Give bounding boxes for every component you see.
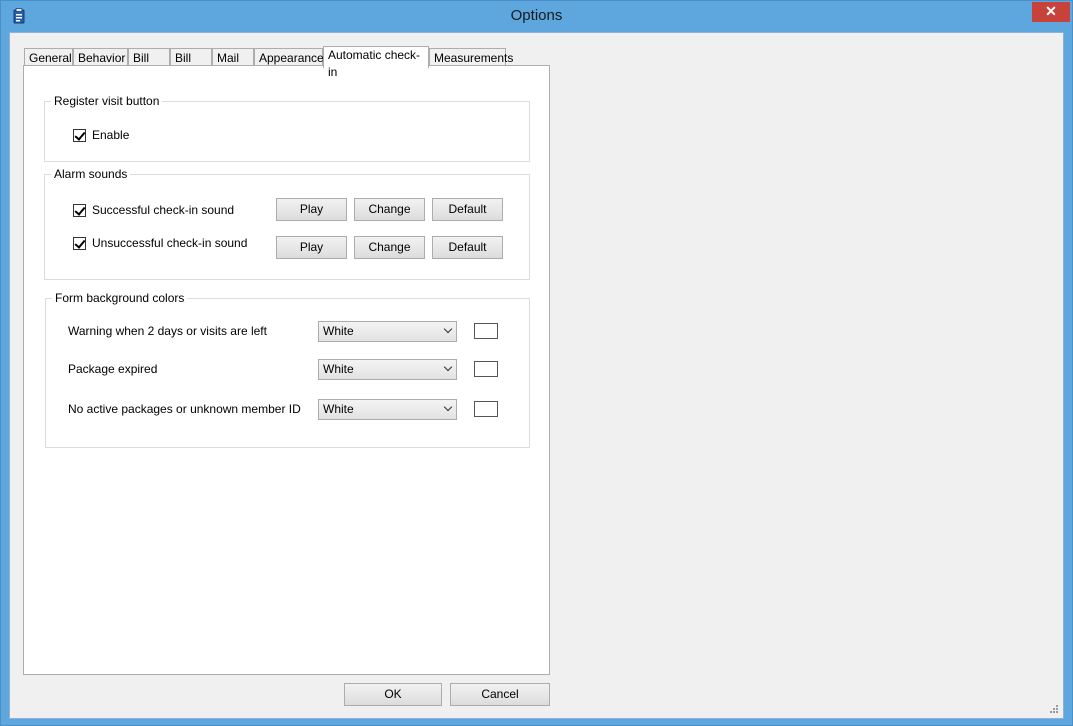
successful-sound-checkbox-row[interactable]: Successful check-in sound xyxy=(73,203,234,217)
resize-grip-icon[interactable] xyxy=(1049,704,1059,714)
window-title: Options xyxy=(510,7,563,24)
tab-label: Measurements xyxy=(434,51,514,65)
group-title: Alarm sounds xyxy=(51,167,131,181)
ok-button[interactable]: OK xyxy=(344,683,442,706)
warning-color-label: Warning when 2 days or visits are left xyxy=(68,324,267,338)
chevron-down-icon xyxy=(443,402,453,412)
tab-panel-automatic-check-in: Register visit button Enable Alarm sound… xyxy=(23,65,550,675)
group-alarm-sounds: Alarm sounds Successful check-in sound P… xyxy=(44,167,530,280)
tab-label: General xyxy=(29,51,72,65)
package-expired-color-swatch[interactable] xyxy=(474,361,498,377)
no-active-packages-color-select[interactable]: White xyxy=(318,399,457,420)
no-active-packages-color-swatch[interactable] xyxy=(474,401,498,417)
tab-label: Mail xyxy=(217,51,240,65)
tab-label: Appearance xyxy=(259,51,324,65)
unsuccessful-sound-label: Unsuccessful check-in sound xyxy=(92,236,248,250)
successful-default-button[interactable]: Default xyxy=(432,198,503,221)
warning-color-select[interactable]: White xyxy=(318,321,457,342)
dialog-client-area: General Behavior Bill Bill Mail Appearan… xyxy=(9,32,1064,719)
package-expired-label: Package expired xyxy=(68,362,158,376)
successful-change-button[interactable]: Change xyxy=(354,198,425,221)
enable-checkbox-row[interactable]: Enable xyxy=(73,128,129,142)
chevron-down-icon xyxy=(443,324,453,334)
group-title: Form background colors xyxy=(52,291,188,305)
close-icon: ✕ xyxy=(1045,3,1057,19)
unsuccessful-default-button[interactable]: Default xyxy=(432,236,503,259)
options-window: Options ✕ General Behavior Bill Bill Mai… xyxy=(0,0,1073,726)
select-value: White xyxy=(323,362,354,376)
enable-label: Enable xyxy=(92,128,130,142)
tab-label: Bill xyxy=(133,51,150,65)
group-register-visit-button: Register visit button Enable xyxy=(44,94,530,162)
successful-sound-checkbox[interactable] xyxy=(73,203,86,217)
successful-play-button[interactable]: Play xyxy=(276,198,347,221)
close-button[interactable]: ✕ xyxy=(1032,2,1070,22)
package-expired-color-select[interactable]: White xyxy=(318,359,457,380)
select-value: White xyxy=(323,324,354,338)
group-title: Register visit button xyxy=(51,94,163,108)
select-value: White xyxy=(323,402,354,416)
unsuccessful-sound-checkbox-row[interactable]: Unsuccessful check-in sound xyxy=(73,236,247,250)
warning-color-swatch[interactable] xyxy=(474,323,498,339)
unsuccessful-change-button[interactable]: Change xyxy=(354,236,425,259)
unsuccessful-play-button[interactable]: Play xyxy=(276,236,347,259)
enable-checkbox[interactable] xyxy=(73,128,86,142)
unsuccessful-sound-checkbox[interactable] xyxy=(73,236,86,250)
cancel-button[interactable]: Cancel xyxy=(450,683,550,706)
title-bar[interactable]: Options ✕ xyxy=(1,1,1072,31)
group-form-background-colors: Form background colors Warning when 2 da… xyxy=(45,291,530,448)
chevron-down-icon xyxy=(443,362,453,372)
tab-automatic-check-in[interactable]: Automatic check-in xyxy=(323,46,429,79)
tab-label: Behavior xyxy=(78,51,126,65)
successful-sound-label: Successful check-in sound xyxy=(92,203,235,217)
tab-label: Bill xyxy=(175,51,192,65)
no-active-packages-label: No active packages or unknown member ID xyxy=(68,402,301,416)
